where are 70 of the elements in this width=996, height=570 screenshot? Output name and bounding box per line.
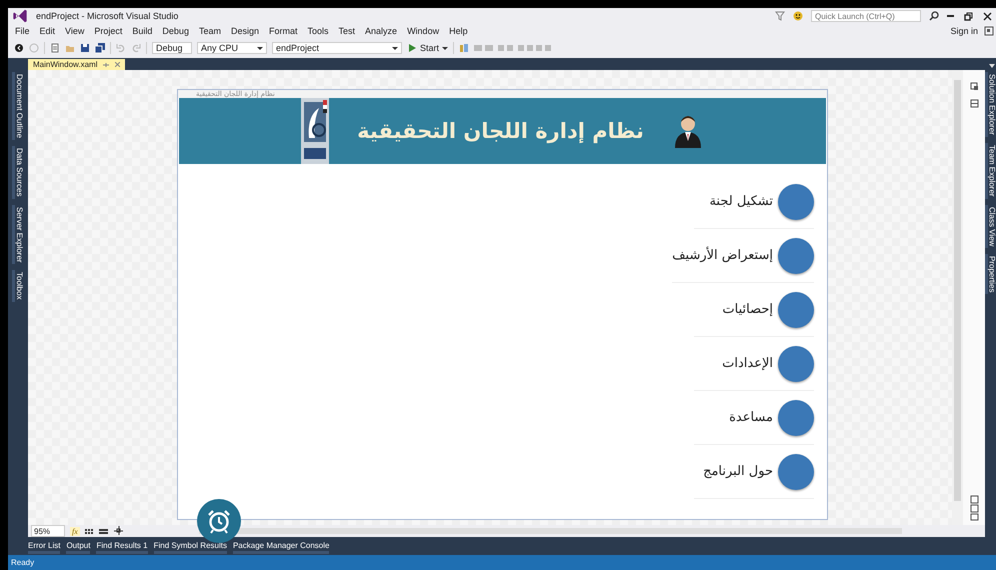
menu-entry[interactable]: إحصائيات (694, 283, 814, 337)
sign-in-link[interactable]: Sign in (944, 26, 984, 36)
redo-icon (131, 43, 141, 53)
restore-icon (964, 12, 973, 20)
alarm-clock-icon (206, 508, 232, 534)
menu-entry[interactable]: حول البرنامج (694, 445, 814, 499)
tool-window-tab[interactable]: Document Outline (12, 72, 24, 140)
menu-item[interactable]: Tools (302, 26, 334, 36)
account-icon (984, 26, 994, 36)
app-title: نظام إدارة اللجان التحقيقية (357, 119, 644, 143)
menu-entry[interactable]: تشكيل لجنة (694, 175, 814, 229)
configuration-dropdown[interactable]: Debug (152, 42, 192, 54)
pane-layout-icon (970, 495, 978, 521)
vertical-scrollbar[interactable] (952, 70, 963, 525)
grid-icon (84, 526, 94, 536)
tool-window-tab[interactable]: Data Sources (12, 146, 24, 198)
new-project-icon (50, 43, 60, 53)
save-all-icon (95, 43, 105, 53)
minimize-icon (947, 15, 954, 17)
forward-icon (29, 43, 39, 53)
undo-icon (116, 43, 126, 53)
window-title: endProject - Microsoft Visual Studio (36, 11, 180, 21)
caret-icon (392, 46, 398, 50)
filter-icon (775, 11, 785, 21)
tool-window-tab[interactable]: Toolbox (12, 270, 24, 302)
document-tab[interactable]: MainWindow.xaml (28, 59, 126, 70)
tool-window-tab[interactable]: Server Explorer (12, 204, 24, 264)
horizontal-scrollbar[interactable] (198, 528, 902, 534)
platform-dropdown[interactable]: Any CPU (197, 42, 267, 54)
pin-icon (103, 62, 110, 68)
close-icon (115, 62, 120, 67)
quick-launch-field[interactable]: Quick Launch (Ctrl+Q) (811, 10, 921, 22)
close-icon (983, 12, 992, 20)
menu-entry[interactable]: مساعدة (694, 391, 814, 445)
dropdown-caret-icon (988, 62, 996, 70)
save-icon (80, 43, 90, 53)
status-text: Ready (11, 558, 34, 567)
visual-studio-logo-icon (12, 8, 28, 24)
menu-item[interactable]: Design (226, 26, 264, 36)
back-icon (14, 43, 24, 53)
diagnostics-icon (459, 43, 470, 53)
menu-item[interactable]: Debug (157, 26, 194, 36)
snap-grid-icon (98, 526, 109, 536)
search-icon (929, 11, 939, 21)
project-dropdown[interactable]: endProject (272, 42, 402, 54)
menu-entry[interactable]: إستعراض الأرشيف (672, 229, 814, 283)
menu-item[interactable]: View (60, 26, 90, 36)
caret-icon (257, 46, 263, 50)
horizontal-split-icon (970, 99, 978, 108)
menu-item[interactable]: Help (444, 26, 473, 36)
menu-item[interactable]: Project (89, 26, 128, 36)
folder-icon (65, 43, 75, 53)
split-view-icon (970, 82, 978, 91)
smiley-icon (793, 11, 803, 21)
menu-entry[interactable]: الإعدادات (694, 337, 814, 391)
menu-item[interactable]: Format (264, 26, 302, 36)
start-button[interactable]: Start (407, 43, 448, 53)
menu-item[interactable]: Team (194, 26, 226, 36)
zoom-dropdown[interactable]: 95% (31, 525, 65, 537)
play-icon (407, 43, 417, 53)
menu-item[interactable]: Build (127, 26, 158, 36)
menu-item[interactable]: Window (402, 26, 444, 36)
menu-item[interactable]: Test (334, 26, 360, 36)
menu-item[interactable]: Analyze (360, 26, 402, 36)
caret-icon (442, 46, 448, 50)
formula-button[interactable]: fx (70, 526, 80, 536)
menu-item[interactable]: File (10, 26, 35, 36)
alarm-button[interactable] (197, 499, 241, 543)
snap-lines-icon (114, 526, 124, 536)
menu-item[interactable]: Edit (34, 26, 60, 36)
